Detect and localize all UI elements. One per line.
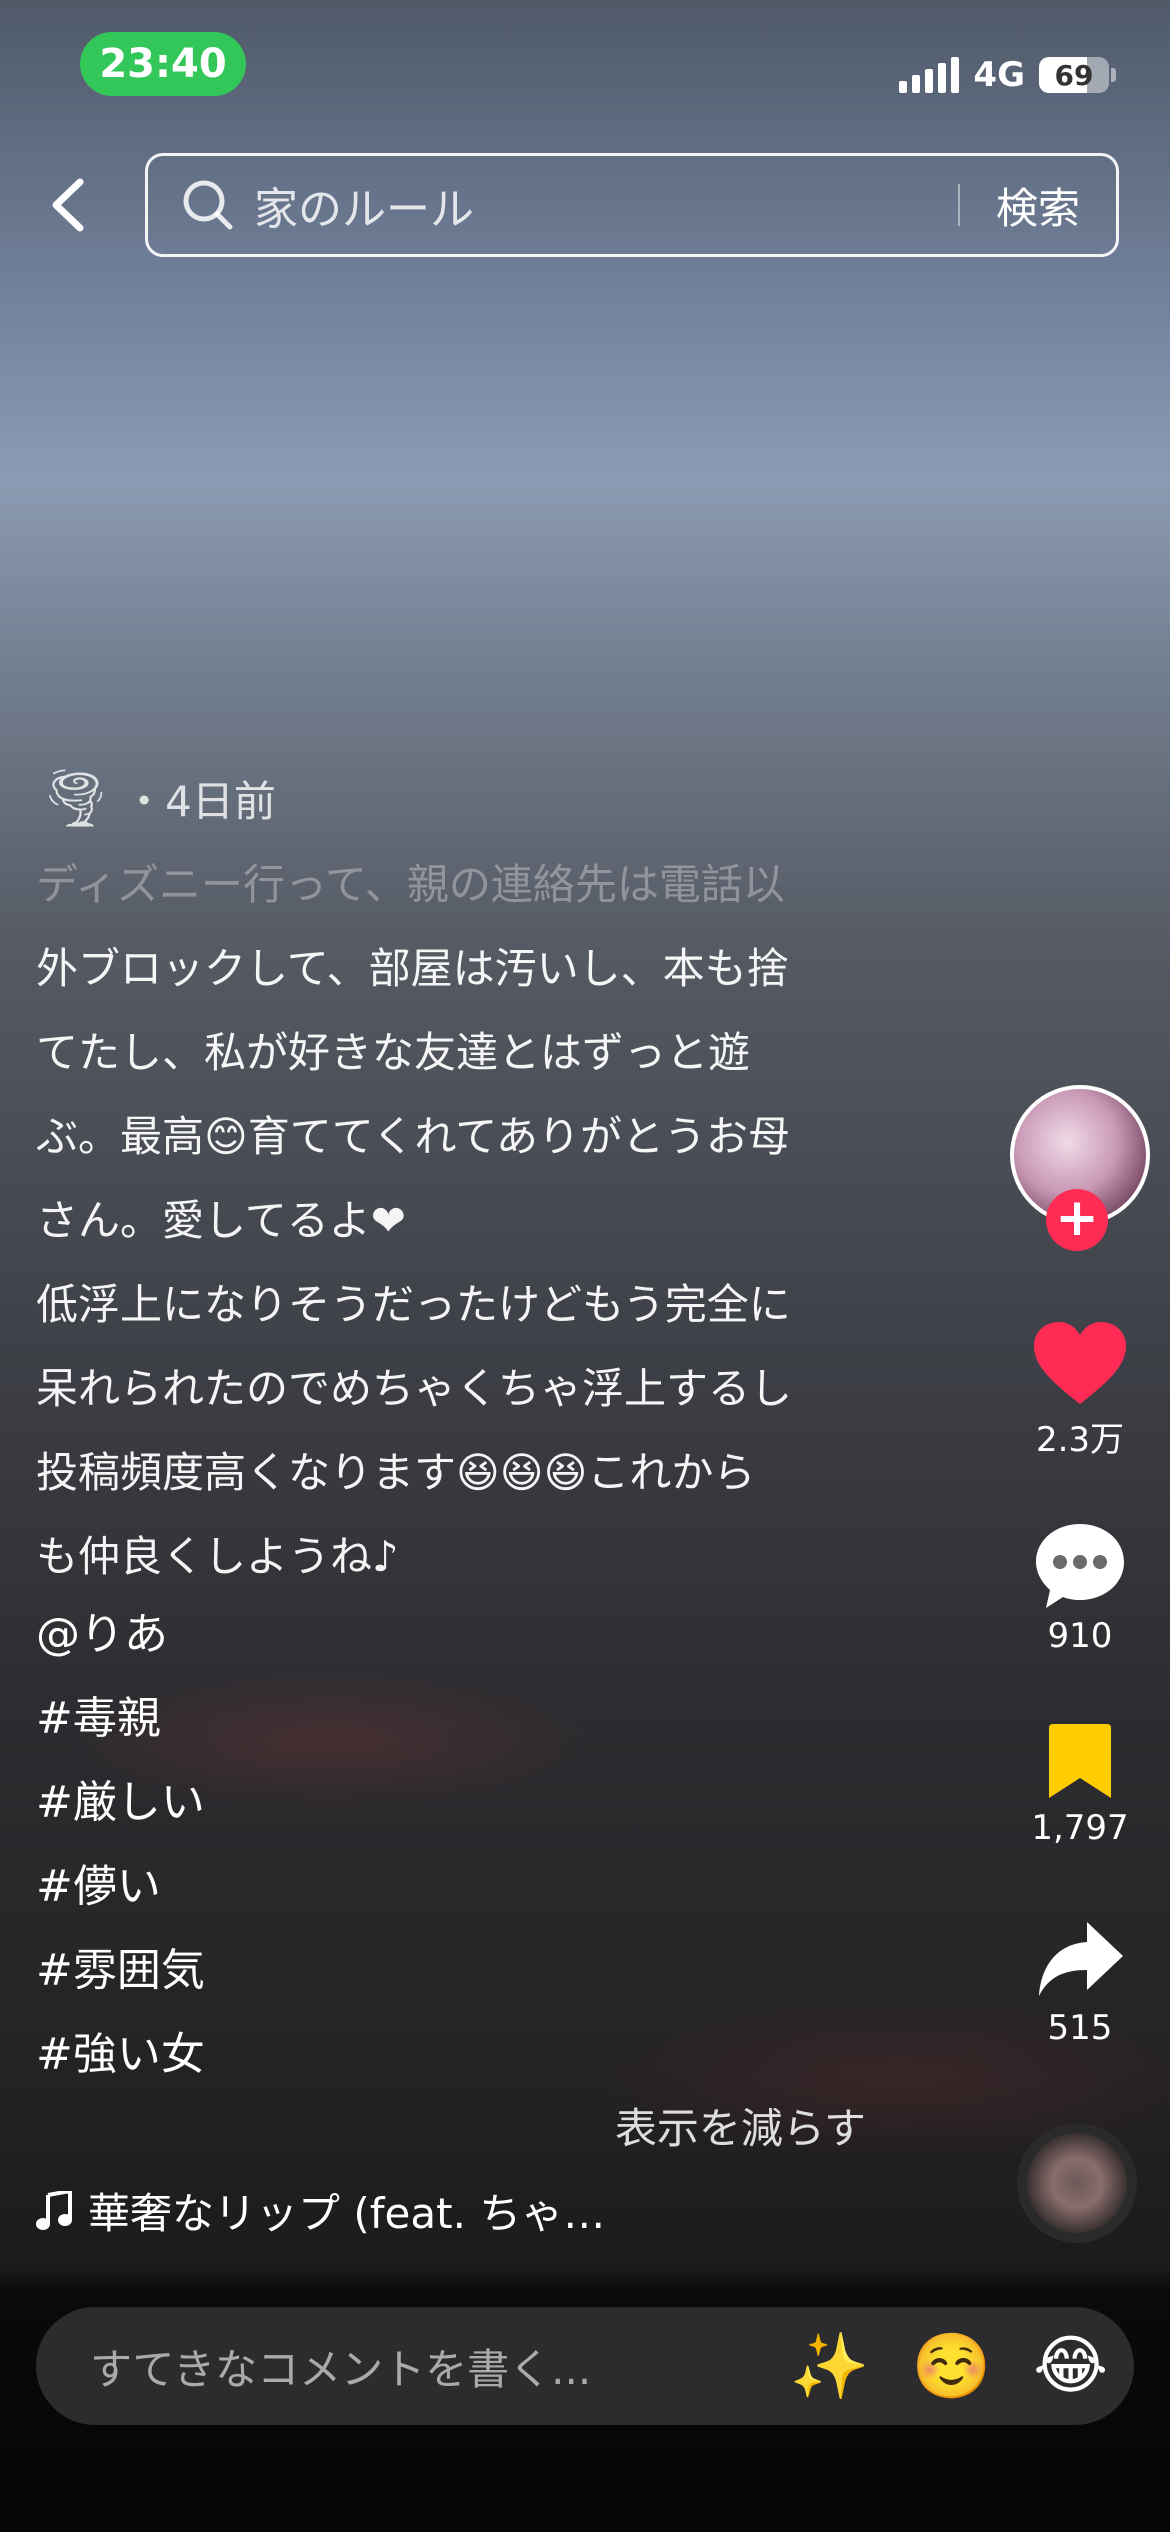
caption-line: ディズニー行って、親の連絡先は電話以 (36, 860, 785, 909)
hashtag-link[interactable]: #強い女 (36, 2013, 205, 2097)
search-icon (183, 180, 233, 230)
search-bar[interactable]: 家のルール 検索 (145, 153, 1119, 257)
caption-line: ぶ。最高😊育ててくれてありがとうお母 (36, 1112, 791, 1161)
mention-link[interactable]: @りあ (36, 1593, 205, 1677)
status-time: 23:40 (80, 32, 246, 96)
bookmark-icon (1049, 1724, 1111, 1798)
save-button[interactable]: 1,797 (1000, 1722, 1160, 1848)
caption-line: 投稿頻度高くなります😆😆😆これから (36, 1448, 756, 1497)
like-button[interactable]: 2.3万 (1000, 1320, 1160, 1461)
caption-line: 呆れられたのでめちゃくちゃ浮上するし (36, 1364, 793, 1413)
post-date: ・4日前 (123, 776, 276, 826)
comment-button[interactable]: 910 (1000, 1520, 1160, 1656)
comment-input[interactable]: すてきなコメントを書く... (90, 2336, 790, 2397)
hashtag-link[interactable]: #儚い (36, 1845, 205, 1929)
battery-tip (1111, 68, 1116, 82)
share-count: 515 (1047, 2008, 1113, 2048)
like-count: 2.3万 (1035, 1420, 1125, 1460)
post-meta: 🌪 ・4日前 (40, 765, 276, 831)
hashtag-link[interactable]: #雰囲気 (36, 1929, 205, 2013)
tornado-icon: 🌪 (40, 766, 112, 831)
heart-icon (1034, 1322, 1126, 1404)
caption[interactable]: ディズニー行って、親の連絡先は電話以 外ブロックして、部屋は汚いし、本も捨 てた… (36, 843, 896, 1599)
smiling-emoji-button[interactable]: ☺️ (912, 2329, 992, 2404)
music-title: 華奢なリップ (feat. ちゃ… (88, 2189, 606, 2238)
hashtag-link[interactable]: #毒親 (36, 1677, 205, 1761)
music-note-icon (36, 2190, 72, 2230)
creator-avatar[interactable]: + (1010, 1085, 1150, 1251)
battery-icon: 69 (1039, 57, 1109, 93)
music-link[interactable]: 華奢なリップ (feat. ちゃ… (36, 2180, 605, 2241)
caption-line: さん。愛してるよ❤ (36, 1196, 406, 1245)
back-arrow-icon[interactable] (40, 170, 96, 240)
caption-line: てたし、私が好きな友達とはずっと遊 (36, 1028, 751, 1077)
search-button[interactable]: 検索 (960, 175, 1116, 236)
hashtag-link[interactable]: #厳しい (36, 1761, 205, 1845)
network-type: 4G (973, 55, 1025, 95)
tag-list: @りあ #毒親 #厳しい #儚い #雰囲気 #強い女 (36, 1593, 205, 2097)
caption-line: 低浮上になりそうだったけどもう完全に (36, 1280, 791, 1329)
sparkles-emoji-button[interactable]: ✨ (790, 2329, 870, 2404)
caption-line: も仲良くしようね♪ (36, 1532, 399, 1581)
show-less-button[interactable]: 表示を減らす (615, 2095, 866, 2156)
share-button[interactable]: 515 (1000, 1918, 1160, 2048)
signal-icon (899, 57, 960, 93)
follow-button[interactable]: + (1046, 1189, 1108, 1251)
music-disc-icon[interactable] (1017, 2123, 1137, 2243)
laughing-emoji-button[interactable]: 😂 (1033, 2329, 1108, 2403)
comment-count: 910 (1047, 1616, 1113, 1656)
share-arrow-icon (1039, 1922, 1123, 1996)
search-input[interactable]: 家のルール (254, 173, 958, 237)
caption-line: 外ブロックして、部屋は汚いし、本も捨 (36, 944, 789, 993)
status-indicators: 4G 69 (899, 50, 1116, 100)
comment-bar[interactable]: すてきなコメントを書く... ✨ ☺️ 😂 (36, 2307, 1134, 2425)
save-count: 1,797 (1031, 1808, 1129, 1848)
battery-level: 69 (1054, 58, 1094, 92)
comment-bubble-icon (1036, 1524, 1124, 1608)
